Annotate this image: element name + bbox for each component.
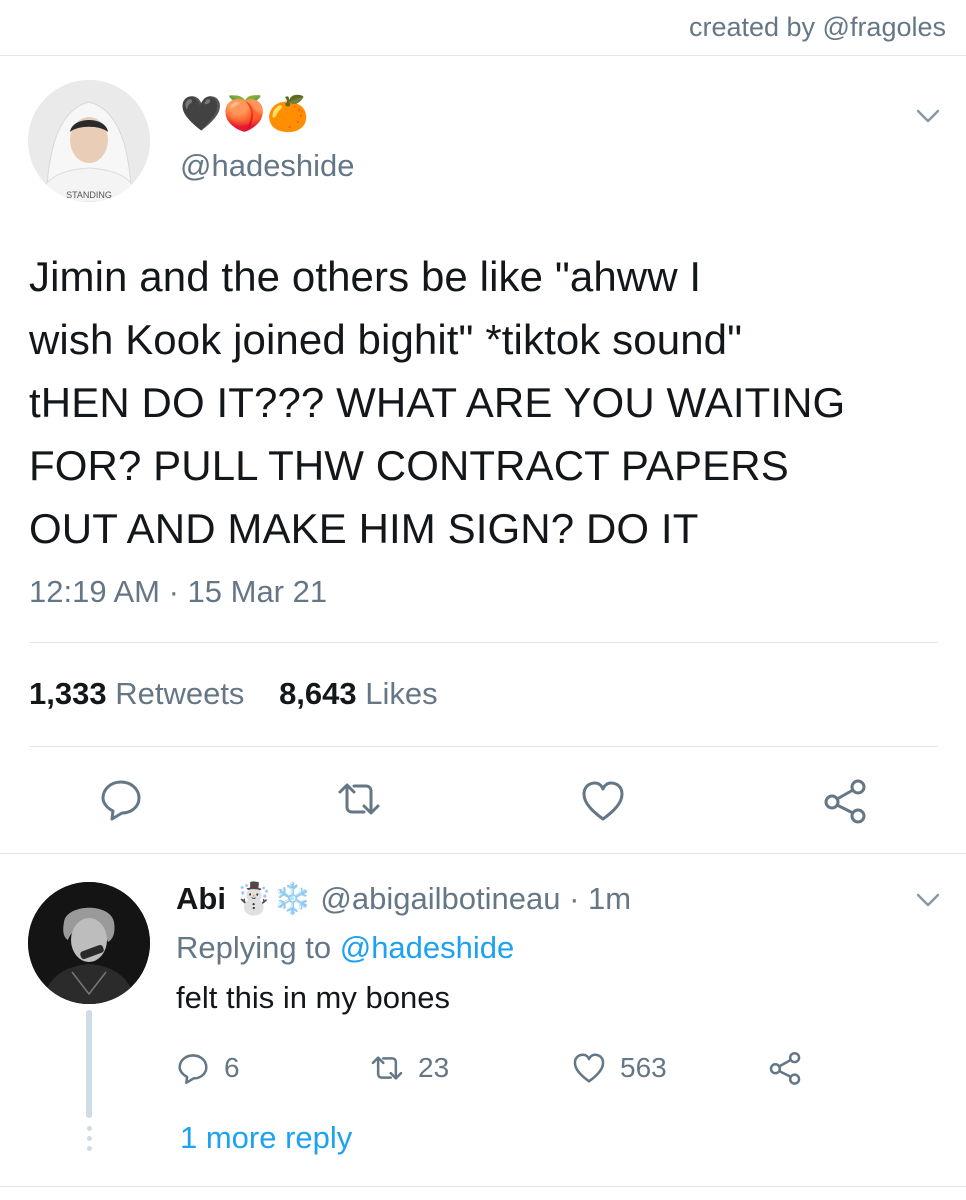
chevron-down-icon[interactable] (916, 108, 940, 124)
retweet-icon[interactable] (370, 1051, 404, 1085)
tweet-stats: 1,333 Retweets 8,643 Likes (29, 676, 464, 712)
reply-icon[interactable] (176, 1051, 210, 1085)
tweet-text-line: FOR? PULL THW CONTRACT PAPERS (29, 442, 789, 489)
likes-label[interactable]: Likes (365, 676, 437, 711)
share-icon[interactable] (822, 778, 868, 824)
reply-icon[interactable] (98, 776, 144, 822)
likes-count[interactable]: 8,643 (279, 676, 357, 711)
tweet-text-line: tHEN DO IT??? WHAT ARE YOU WAITING (29, 379, 846, 426)
like-icon[interactable] (580, 778, 626, 824)
reply-retweet-action[interactable]: 23 (370, 1048, 449, 1088)
reply-text: felt this in my bones (176, 980, 450, 1015)
tweet-text: Jimin and the others be like "ahww I wis… (29, 245, 949, 560)
reply-like-action[interactable]: 563 (572, 1048, 667, 1088)
timestamp-divider (29, 642, 938, 643)
reply-time[interactable]: 1m (588, 881, 631, 916)
tweet-timestamp[interactable]: 12:19 AM · 15 Mar 21 (29, 574, 327, 610)
tweet-divider (0, 853, 966, 854)
replying-to-handle[interactable]: @hadeshide (340, 930, 515, 965)
share-icon[interactable] (768, 1051, 802, 1085)
replying-to: Replying to @hadeshide (176, 930, 514, 966)
reply-share-action[interactable] (768, 1048, 802, 1088)
reply-name-emojis: ☃️❄️ (234, 881, 312, 916)
reply-avatar[interactable] (28, 882, 150, 1004)
reply-retweet-count: 23 (418, 1052, 450, 1083)
tweet-text-line: wish Kook joined bighit" *tiktok sound" (29, 316, 743, 363)
like-icon[interactable] (572, 1051, 606, 1085)
reply-count: 6 (224, 1052, 240, 1083)
reply-reply-action[interactable]: 6 (176, 1048, 240, 1088)
bottom-divider (0, 1186, 966, 1187)
author-handle[interactable]: @hadeshide (180, 148, 355, 184)
header-divider (0, 55, 966, 56)
reply-author-handle[interactable]: @abigailbotineau (320, 881, 560, 916)
avatar-shirt-text: STANDING (66, 190, 112, 200)
reply-time-separator: · (569, 881, 580, 916)
retweets-count[interactable]: 1,333 (29, 676, 107, 711)
thread-dots-icon (84, 1126, 94, 1156)
more-replies-link[interactable]: 1 more reply (180, 1120, 352, 1156)
thread-connector-line (86, 1010, 92, 1118)
reply-chevron-down-icon[interactable] (916, 892, 940, 908)
stats-divider (29, 746, 938, 747)
reply-like-count: 563 (620, 1052, 667, 1083)
reply-header: Abi ☃️❄️ @abigailbotineau · 1m (176, 880, 631, 917)
tweet-text-line: OUT AND MAKE HIM SIGN? DO IT (29, 505, 699, 552)
reply-author-name[interactable]: Abi (176, 881, 226, 916)
credit-text: created by @fragoles (688, 12, 946, 42)
replying-to-prefix: Replying to (176, 930, 332, 965)
tweet-text-line: Jimin and the others be like "ahww I (29, 253, 702, 300)
retweet-icon[interactable] (336, 776, 382, 822)
name-emojis: 🖤🍑🍊 (180, 95, 311, 133)
author-avatar[interactable]: STANDING (28, 80, 150, 202)
retweets-label[interactable]: Retweets (115, 676, 244, 711)
